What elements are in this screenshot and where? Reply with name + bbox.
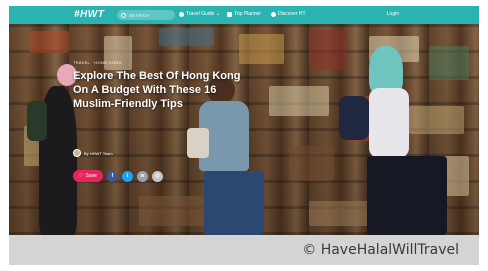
person-right-backpack	[339, 96, 369, 140]
twitter-icon[interactable]: t	[122, 170, 133, 182]
backpack	[27, 101, 47, 141]
signboard	[429, 46, 469, 80]
avatar	[73, 149, 81, 157]
compass-icon	[271, 11, 276, 17]
search-bar[interactable]: SEARCH	[117, 10, 175, 20]
person-right-shirt	[369, 88, 409, 158]
author-name: By HHWT Team	[84, 150, 113, 156]
heart-icon: ♡	[79, 172, 84, 179]
nav-discover[interactable]: Discover HT	[271, 11, 306, 17]
globe-icon	[179, 11, 184, 17]
site-logo[interactable]: #HWT	[74, 9, 104, 20]
folder-icon	[227, 11, 232, 17]
nav-link-label: Trip Planner	[234, 11, 262, 17]
signboard	[409, 106, 464, 134]
photo-credit: © HaveHalalWillTravel	[302, 242, 459, 258]
signboard	[159, 28, 214, 46]
nav-link-label: Travel Guide ⌄	[186, 11, 221, 17]
save-button[interactable]: ♡ Save	[73, 170, 103, 182]
tote-bag	[187, 128, 209, 158]
caption-bar: © HaveHalalWillTravel	[9, 235, 479, 265]
person-middle-jeans	[204, 171, 264, 235]
signboard	[289, 146, 334, 181]
save-label: Save	[85, 173, 97, 179]
person-right-legs	[367, 156, 447, 235]
share-row: ♡ Save f t w @	[73, 170, 163, 182]
search-input[interactable]: SEARCH	[129, 13, 150, 18]
nav-trip-planner[interactable]: Trip Planner	[227, 11, 261, 17]
nav-travel-guide[interactable]: Travel Guide ⌄	[179, 11, 220, 17]
search-icon	[121, 12, 126, 18]
article-kicker: TRAVEL · HONG KONG	[73, 60, 122, 65]
login-link[interactable]: Login	[387, 11, 399, 17]
signboard	[309, 201, 369, 226]
hero-image: #HWT SEARCH Travel Guide ⌄ Trip Planner …	[9, 6, 479, 235]
author-row: By HHWT Team	[73, 149, 113, 157]
email-icon[interactable]: @	[152, 170, 163, 182]
signboard	[139, 196, 209, 226]
signboard	[239, 34, 284, 64]
signboard	[309, 30, 347, 70]
whatsapp-icon[interactable]: w	[137, 170, 148, 182]
signboard	[29, 31, 69, 53]
top-navbar: #HWT SEARCH Travel Guide ⌄ Trip Planner …	[9, 6, 479, 24]
facebook-icon[interactable]: f	[107, 170, 118, 182]
article-title: Explore The Best Of Hong Kong On A Budge…	[73, 70, 241, 110]
signboard	[269, 86, 329, 116]
nav-link-label: Discover HT	[278, 11, 306, 17]
